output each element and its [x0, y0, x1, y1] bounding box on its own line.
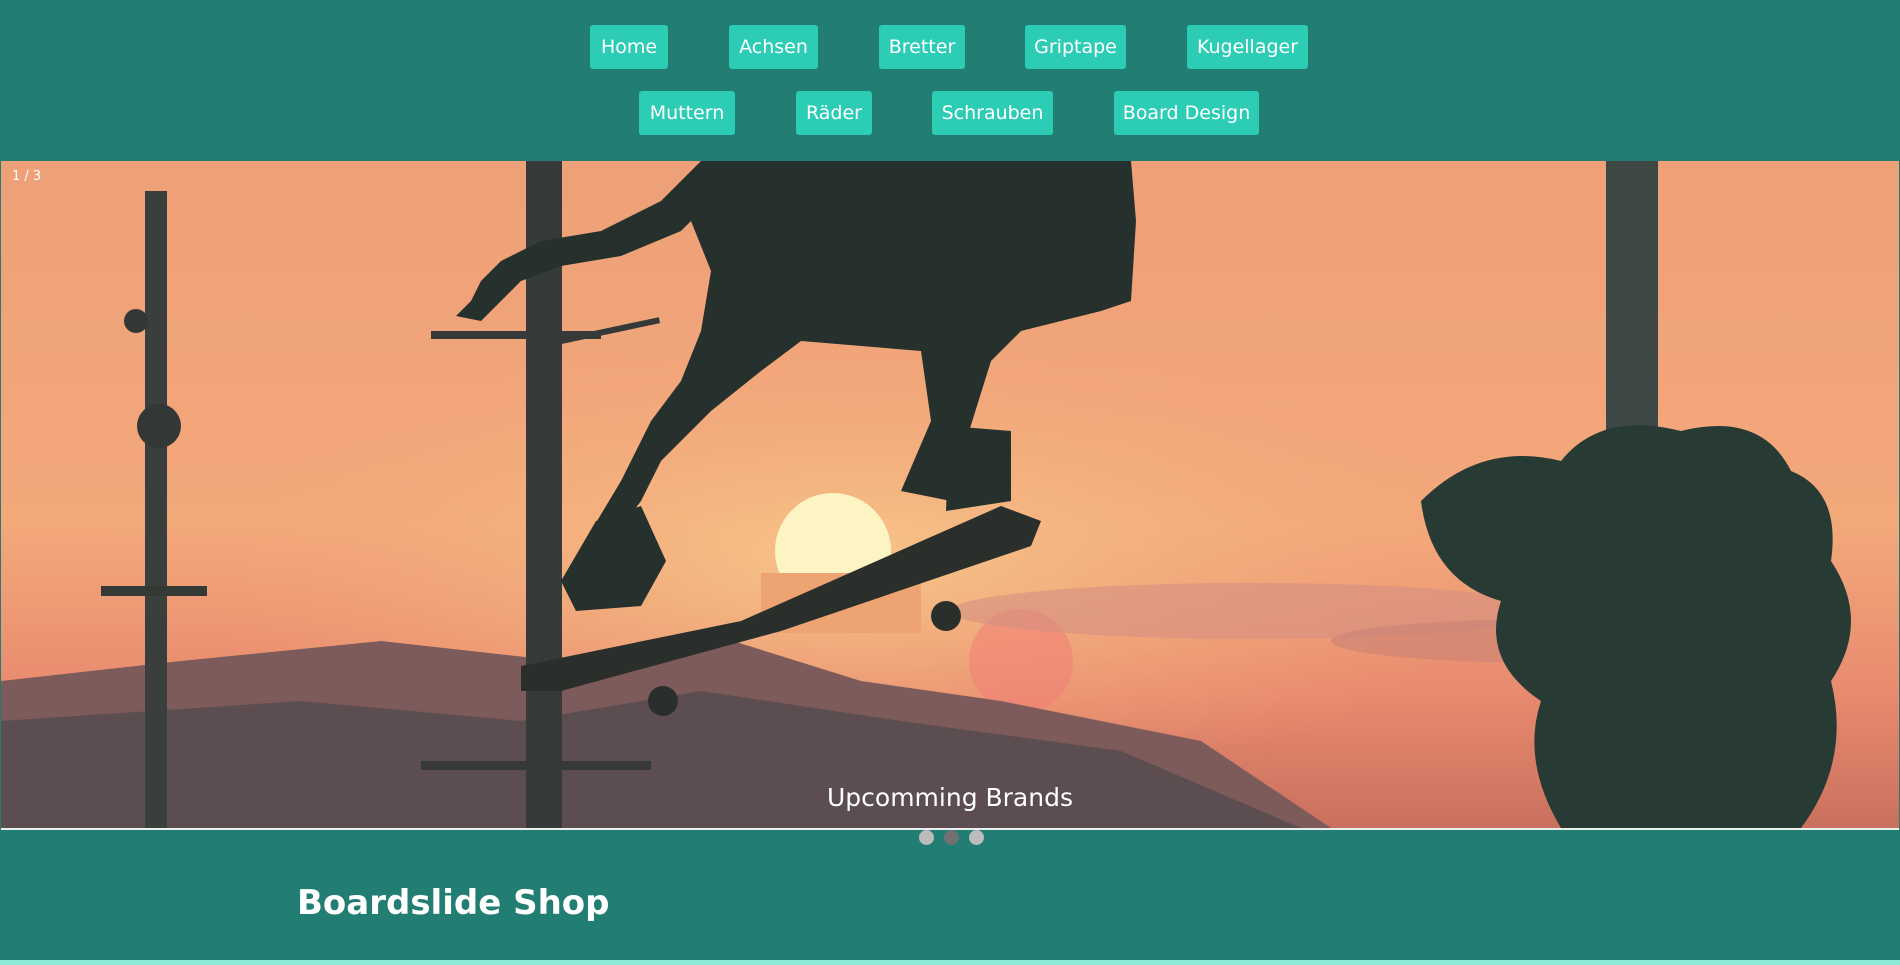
nav-kugellager-button[interactable]: Kugellager — [1187, 25, 1308, 69]
slide-dot-3[interactable] — [969, 830, 984, 845]
slide-dot-1[interactable] — [919, 830, 934, 845]
navigation-bar: Home Achsen Bretter Griptape Kugellager … — [0, 0, 1900, 161]
nav-griptape-button[interactable]: Griptape — [1025, 25, 1126, 69]
slide-dot-2[interactable] — [944, 830, 959, 845]
shop-title: Boardslide Shop — [297, 883, 610, 923]
hero-slideshow[interactable]: 1 / 3 Upcomming Brands — [1, 161, 1899, 830]
nav-schrauben-button[interactable]: Schrauben — [932, 91, 1053, 135]
nav-muttern-button[interactable]: Muttern — [639, 91, 735, 135]
slide-caption: Upcomming Brands — [826, 783, 1073, 812]
bottom-accent-line — [0, 960, 1900, 965]
nav-raeder-button[interactable]: Räder — [796, 91, 872, 135]
nav-bretter-button[interactable]: Bretter — [879, 25, 965, 69]
slide-counter: 1 / 3 — [12, 169, 42, 184]
nav-board-design-button[interactable]: Board Design — [1114, 91, 1259, 135]
slide-dots — [0, 830, 1900, 846]
skateboarder-sunset-image — [1, 161, 1899, 828]
nav-achsen-button[interactable]: Achsen — [729, 25, 818, 69]
nav-home-button[interactable]: Home — [590, 25, 668, 69]
